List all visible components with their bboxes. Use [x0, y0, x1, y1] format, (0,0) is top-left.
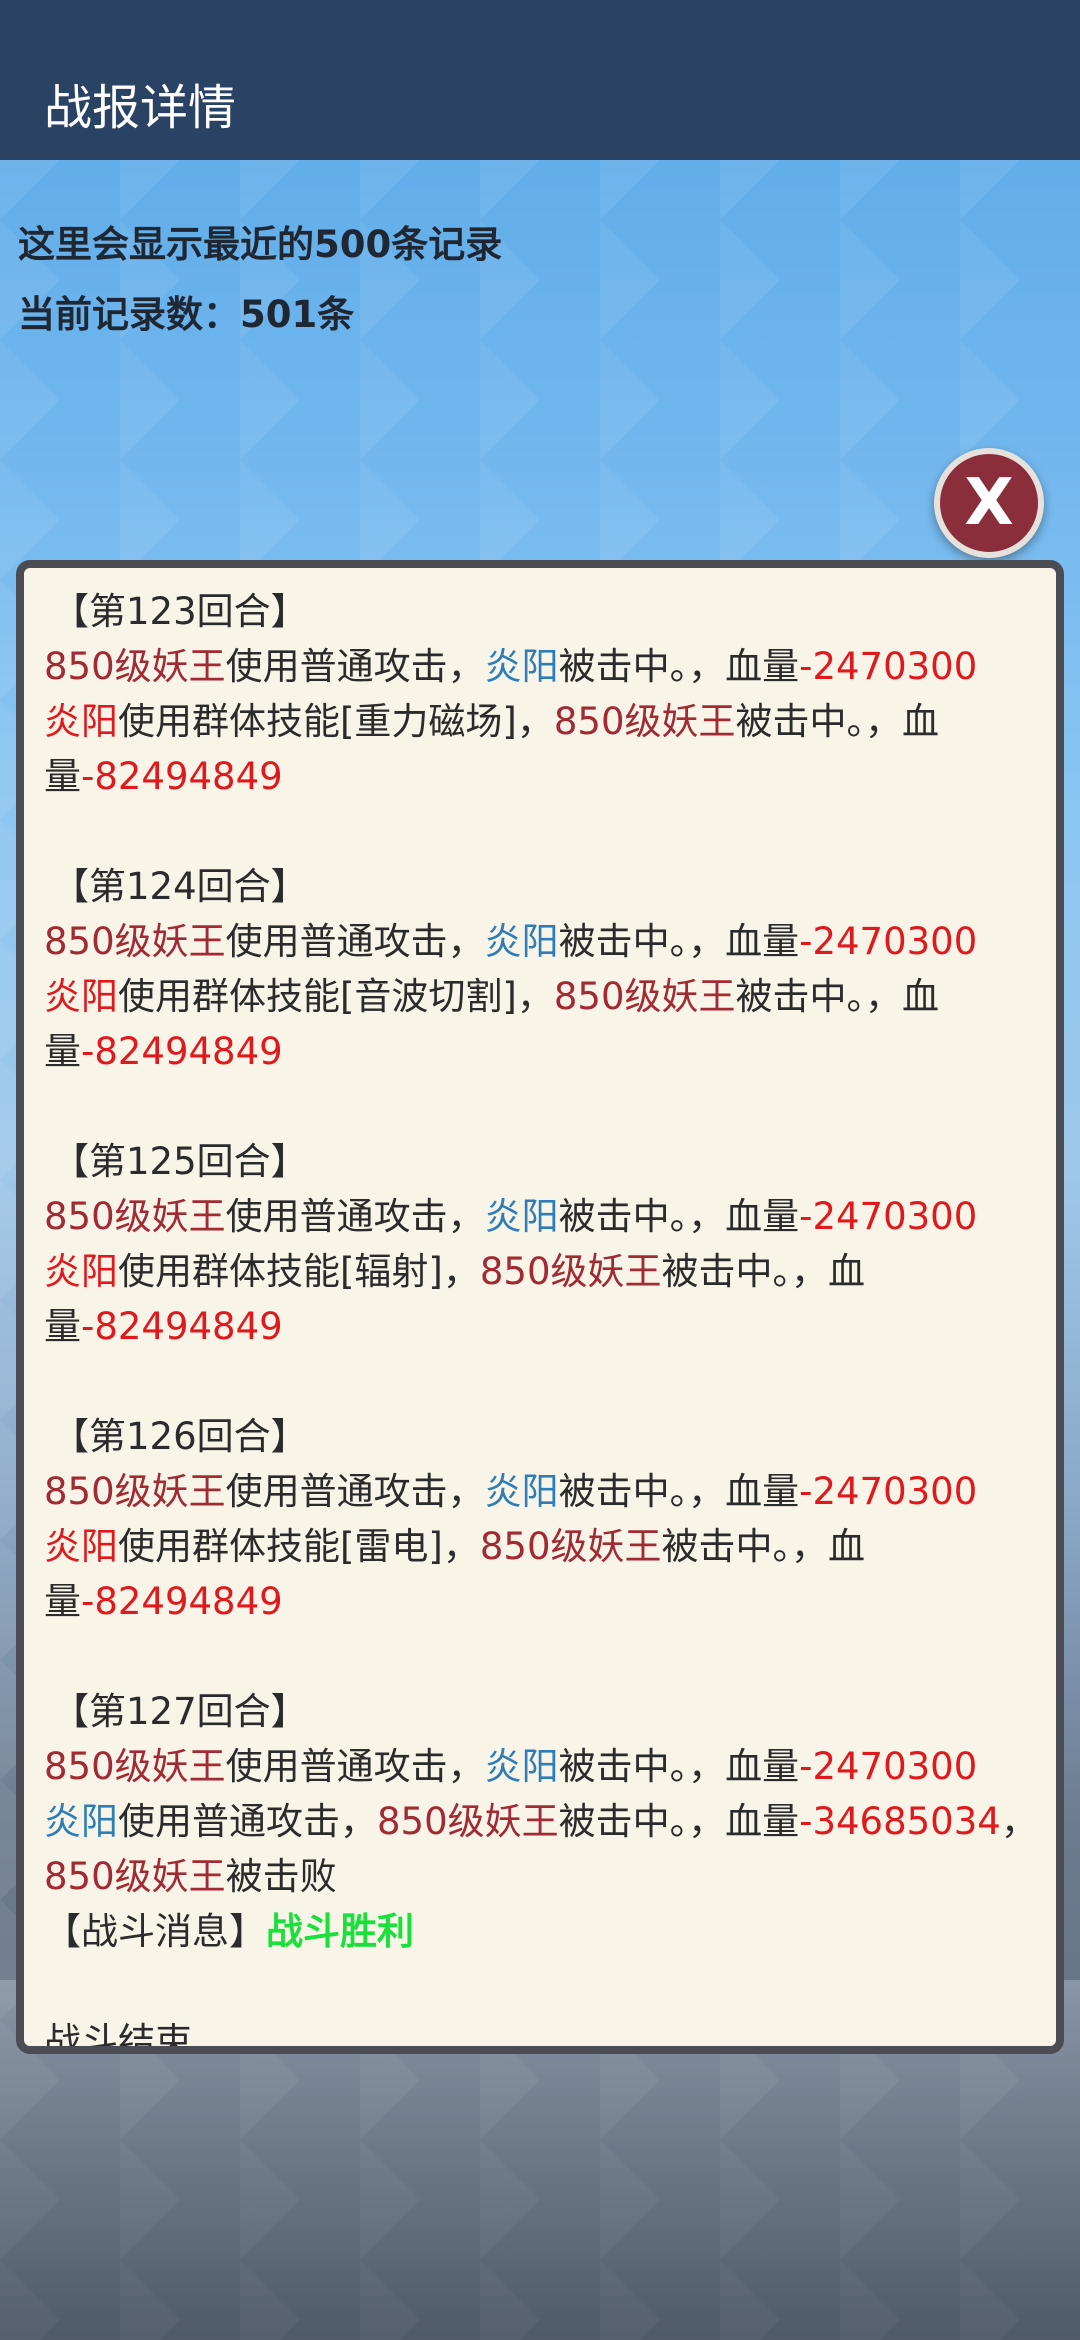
close-button[interactable]: X	[934, 448, 1044, 558]
action-text: 使用普通攻击，	[118, 1800, 377, 1843]
enemy-name: 850级妖王	[44, 1195, 226, 1238]
battle-message-line: 【战斗消息】战斗胜利	[44, 1904, 1054, 1959]
round-title: 【第124回合】	[52, 865, 308, 908]
enemy-name: 850级妖王	[377, 1800, 559, 1843]
round-entry: 【第124回合】 850级妖王使用普通攻击，炎阳被击中。，血量-2470300 …	[44, 859, 1054, 1134]
round-title: 【第126回合】	[52, 1415, 308, 1458]
enemy-name: 850级妖王	[44, 1745, 226, 1788]
round-entry: 【第123回合】 850级妖王使用普通攻击，炎阳被击中。，血量-2470300 …	[44, 584, 1054, 859]
log-line: 850级妖王使用普通攻击，炎阳被击中。，血量-2470300	[44, 1189, 1054, 1244]
enemy-name: 850级妖王	[44, 645, 226, 688]
log-line: 850级妖王使用普通攻击，炎阳被击中。，血量-2470300	[44, 914, 1054, 969]
log-line: 850级妖王使用普通攻击，炎阳被击中。，血量-2470300	[44, 1464, 1054, 1519]
action-text: 使用普通攻击，	[225, 1745, 485, 1788]
hero-name: 炎阳	[484, 1745, 559, 1788]
round-entry: 【第125回合】 850级妖王使用普通攻击，炎阳被击中。，血量-2470300 …	[44, 1134, 1054, 1409]
action-text: 使用群体技能[雷电]，	[118, 1525, 480, 1568]
action-text: 被击中。，血量	[558, 920, 800, 963]
info-record-count: 当前记录数：501条	[18, 293, 355, 336]
enemy-name: 850级妖王	[553, 975, 736, 1018]
hero-name: 炎阳	[484, 1195, 559, 1238]
battle-log-list: 【第123回合】 850级妖王使用普通攻击，炎阳被击中。，血量-2470300 …	[44, 584, 1054, 2054]
log-line: 炎阳使用群体技能[雷电]，850级妖王被击中。，血量-82494849	[44, 1519, 1054, 1629]
hero-name: 炎阳	[44, 975, 118, 1018]
damage-value: -34685034	[799, 1800, 1001, 1843]
action-text: 使用普通攻击，	[225, 645, 485, 688]
damage-value: -82494849	[81, 1580, 283, 1623]
round-entry: 【第126回合】 850级妖王使用普通攻击，炎阳被击中。，血量-2470300 …	[44, 1409, 1054, 1684]
battle-log-panel[interactable]: 【第123回合】 850级妖王使用普通攻击，炎阳被击中。，血量-2470300 …	[16, 560, 1064, 2054]
round-title: 【第125回合】	[52, 1140, 308, 1183]
action-text: 使用普通攻击，	[225, 1470, 485, 1513]
log-line: 炎阳使用群体技能[音波切割]，850级妖王被击中。，血量-82494849	[44, 969, 1054, 1079]
action-text: 被击败	[225, 1855, 337, 1898]
action-text: 被击中。，血量	[558, 1470, 800, 1513]
damage-value: -2470300	[799, 1470, 978, 1513]
round-title: 【第123回合】	[52, 590, 308, 633]
action-text: 使用群体技能[音波切割]，	[118, 975, 554, 1018]
action-text: 被击中。，血量	[558, 645, 800, 688]
enemy-name: 850级妖王	[479, 1250, 662, 1293]
hero-name: 炎阳	[44, 1250, 118, 1293]
header-bar: 战报详情	[0, 0, 1080, 160]
damage-value: -2470300	[799, 920, 978, 963]
log-line: 850级妖王使用普通攻击，炎阳被击中。，血量-2470300	[44, 639, 1054, 694]
damage-value: -82494849	[81, 1305, 283, 1348]
battle-end-text: 战斗结束	[44, 2020, 192, 2054]
hero-name: 炎阳	[44, 1800, 118, 1843]
damage-value: -82494849	[81, 755, 283, 798]
hero-name: 炎阳	[484, 1470, 559, 1513]
log-line: 炎阳使用群体技能[辐射]，850级妖王被击中。，血量-82494849	[44, 1244, 1054, 1354]
info-record-limit: 这里会显示最近的500条记录	[18, 223, 503, 266]
hero-name: 炎阳	[44, 1525, 118, 1568]
log-line: 炎阳使用普通攻击，850级妖王被击中。，血量-34685034，850级妖王被击…	[44, 1794, 1054, 1904]
action-text: 被击中。，血量	[558, 1745, 800, 1788]
damage-value: -2470300	[799, 1195, 978, 1238]
action-text: ，	[1000, 1800, 1038, 1843]
enemy-name: 850级妖王	[479, 1525, 662, 1568]
enemy-name: 850级妖王	[44, 1855, 226, 1898]
close-icon: X	[964, 466, 1014, 540]
round-title: 【第127回合】	[52, 1690, 308, 1733]
hero-name: 炎阳	[44, 700, 118, 743]
damage-value: -82494849	[81, 1030, 283, 1073]
hero-name: 炎阳	[484, 645, 559, 688]
log-line: 850级妖王使用普通攻击，炎阳被击中。，血量-2470300	[44, 1739, 1054, 1794]
action-text: 使用普通攻击，	[225, 1195, 485, 1238]
action-text: 使用群体技能[重力磁场]，	[118, 700, 554, 743]
page-title: 战报详情	[44, 80, 237, 136]
log-line: 炎阳使用群体技能[重力磁场]，850级妖王被击中。，血量-82494849	[44, 694, 1054, 804]
damage-value: -2470300	[799, 645, 978, 688]
action-text: 被击中。，血量	[558, 1195, 800, 1238]
action-text: 使用普通攻击，	[225, 920, 485, 963]
enemy-name: 850级妖王	[553, 700, 736, 743]
enemy-name: 850级妖王	[44, 1470, 226, 1513]
battle-result: 战斗胜利	[266, 1910, 414, 1953]
hero-name: 炎阳	[484, 920, 559, 963]
action-text: 被击中。，血量	[558, 1800, 800, 1843]
battle-message-label: 【战斗消息】	[44, 1910, 266, 1953]
action-text: 使用群体技能[辐射]，	[118, 1250, 480, 1293]
damage-value: -2470300	[799, 1745, 978, 1788]
round-entry: 【第127回合】 850级妖王使用普通攻击，炎阳被击中。，血量-2470300 …	[44, 1684, 1054, 2054]
enemy-name: 850级妖王	[44, 920, 226, 963]
